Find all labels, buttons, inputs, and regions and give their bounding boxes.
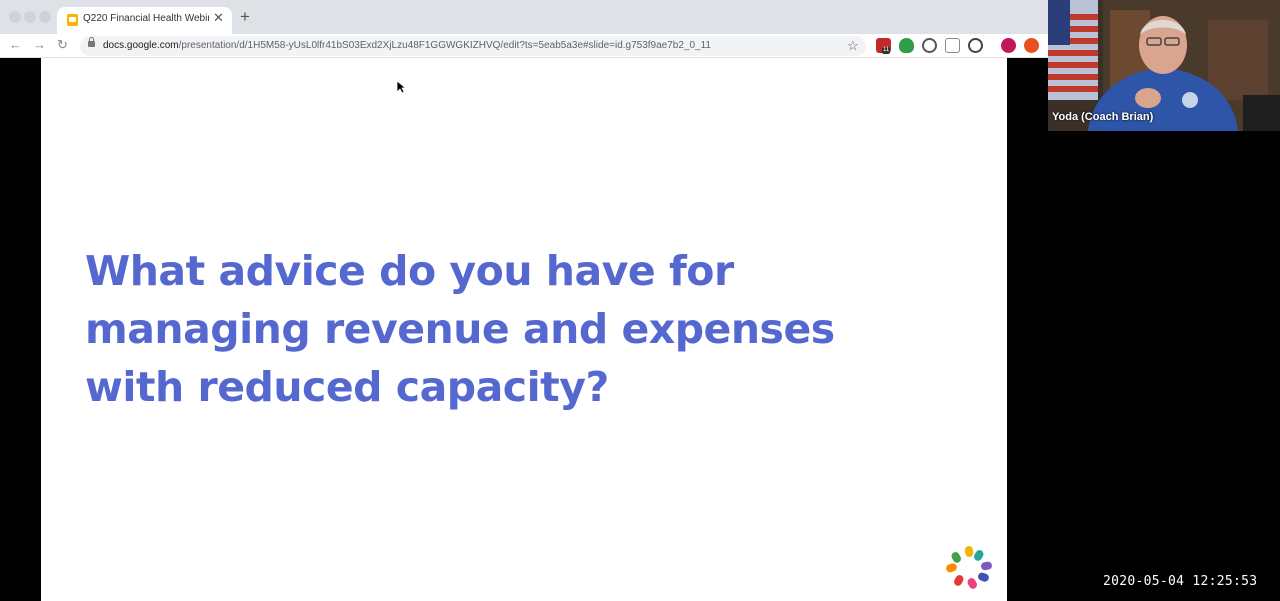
back-icon[interactable]: ← [9,37,22,52]
extension-page-icon[interactable] [945,38,960,53]
slide-title: What advice do you have for managing rev… [85,242,845,416]
slide-title-line: with reduced capacity? [85,363,609,411]
recording-timestamp: 2020-05-04 12:25:53 [1103,574,1258,589]
extension-mail-icon[interactable]: 11 [876,38,891,54]
extension-shield-icon[interactable] [1024,38,1039,53]
screen: Q220 Financial Health Webinar ✕ + ← → ↻ … [0,0,1280,601]
url-text: docs.google.com/presentation/d/1H5M58-yU… [103,40,711,51]
profile-avatar[interactable] [1001,38,1016,53]
close-icon[interactable]: ✕ [213,10,224,26]
new-tab-icon[interactable]: + [240,7,250,27]
mouse-cursor-icon [396,80,406,94]
browser-window: Q220 Financial Health Webinar ✕ + ← → ↻ … [0,0,1048,601]
window-zoom-dot[interactable] [39,11,51,23]
slide: What advice do you have for managing rev… [41,58,1007,601]
slide-title-line: What advice do you have for [85,247,734,295]
reload-icon[interactable]: ↻ [57,37,68,53]
presentation-area: What advice do you have for managing rev… [0,58,1048,601]
browser-tab[interactable]: Q220 Financial Health Webinar ✕ [57,7,232,34]
address-bar[interactable]: docs.google.com/presentation/d/1H5M58-yU… [80,36,866,56]
browser-toolbar: ← → ↻ docs.google.com/presentation/d/1H5… [0,34,1048,58]
participant-name: Yoda (Coach Brian) [1052,111,1154,123]
forward-icon[interactable]: → [33,37,46,52]
tab-strip: Q220 Financial Health Webinar ✕ + [0,0,1048,34]
window-minimize-dot[interactable] [24,11,36,23]
tab-title: Q220 Financial Health Webinar [83,13,209,24]
star-icon[interactable]: ☆ [847,38,859,54]
slide-title-line: managing revenue and expenses [85,305,835,353]
video-tile[interactable]: Yoda (Coach Brian) [1048,0,1280,131]
window-close-dot[interactable] [9,11,21,23]
brand-logo-icon [946,546,992,589]
slides-favicon-icon [67,14,78,26]
extension-badge: 11 [882,47,891,54]
extension-globe-icon[interactable] [922,38,937,53]
extension-clock-icon[interactable] [968,38,983,53]
url-path: /presentation/d/1H5M58-yUsL0lfr41bS03Exd… [178,40,711,51]
url-host: docs.google.com [103,40,179,51]
lock-icon [88,37,95,47]
evernote-extension-icon[interactable] [899,38,914,53]
